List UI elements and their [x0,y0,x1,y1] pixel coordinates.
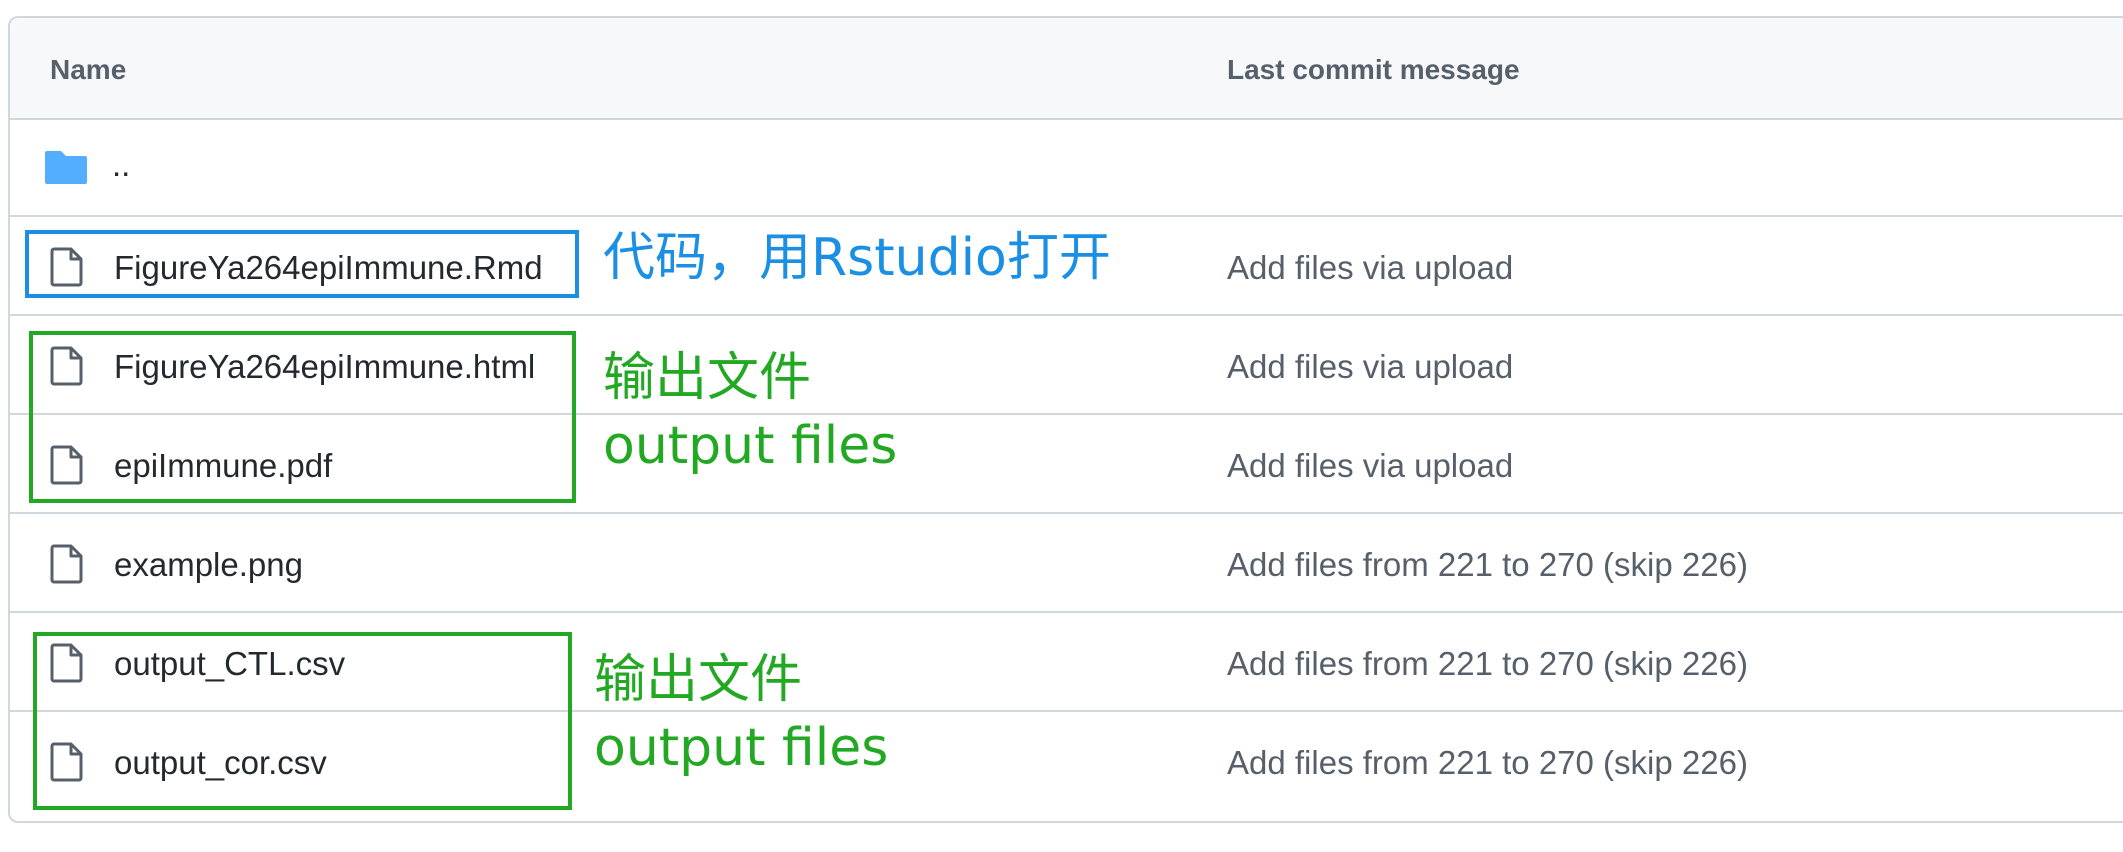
page: Name Last commit message .. FigureYa264e… [0,0,2123,852]
code-annotation-label: 代码，用Rstudio打开 [603,228,1111,288]
output-annotation-label-en-1: output files [603,416,898,476]
table-header: Name Last commit message [10,18,2123,120]
commit-message-link[interactable]: Add files from 221 to 270 (skip 226) [1227,546,1748,584]
output-files-highlight-box-2 [33,632,572,810]
parent-directory-row[interactable]: .. [10,118,2123,217]
folder-icon [45,151,87,184]
commit-message-link[interactable]: Add files via upload [1227,447,1513,485]
file-name-link[interactable]: example.png [114,546,303,584]
parent-directory-link[interactable]: .. [112,146,130,184]
code-file-highlight-box [25,230,579,298]
table-row[interactable]: example.png Add files from 221 to 270 (s… [10,514,2123,613]
column-header-last-commit-message: Last commit message [1227,54,1520,85]
output-annotation-label-cn-1: 输出文件 [603,348,812,408]
file-icon [50,544,83,584]
commit-message-link[interactable]: Add files via upload [1227,249,1513,287]
output-files-highlight-box-1 [29,331,576,503]
commit-message-link[interactable]: Add files from 221 to 270 (skip 226) [1227,744,1748,782]
commit-message-link[interactable]: Add files via upload [1227,348,1513,386]
output-annotation-label-cn-2: 输出文件 [594,650,803,710]
commit-message-link[interactable]: Add files from 221 to 270 (skip 226) [1227,645,1748,683]
column-header-name: Name [50,54,127,85]
output-annotation-label-en-2: output files [594,718,889,778]
